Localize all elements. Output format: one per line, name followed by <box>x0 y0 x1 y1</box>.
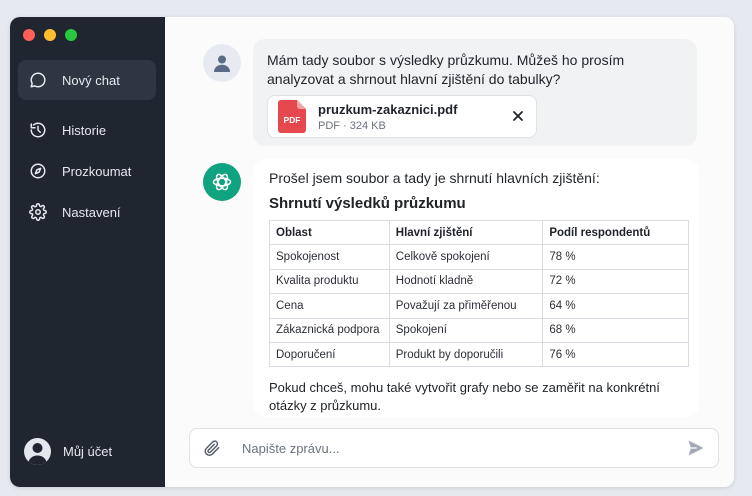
message-input[interactable] <box>242 440 674 456</box>
table-cell: Celkově spokojení <box>388 244 544 270</box>
table-cell: Kvalita produktu <box>269 268 390 295</box>
table-cell: 64 % <box>542 293 689 319</box>
user-avatar <box>203 44 241 82</box>
table-cell: 72 % <box>542 268 689 295</box>
assistant-outro: Pokud chceš, mohu také vytvořit grafy ne… <box>269 380 660 414</box>
table-cell: Produkt by doporučili <box>388 341 544 368</box>
maximize-window-button[interactable] <box>65 29 77 41</box>
table-header: Oblast <box>269 219 390 246</box>
table-cell: 76 % <box>542 341 689 368</box>
sidebar-item-label: Historie <box>62 122 107 138</box>
send-button[interactable] <box>674 438 718 458</box>
table-header: Podíl respondentů <box>542 219 689 246</box>
sidebar-item-explore[interactable]: Prozkoumat <box>18 151 156 191</box>
gear-icon <box>18 203 58 221</box>
table-header: Hlavní zjištění <box>388 219 544 246</box>
sidebar-item-new-chat[interactable]: Nový chat <box>18 60 156 100</box>
sidebar-item-history[interactable]: Historie <box>18 110 156 150</box>
file-attachment[interactable]: PDF pruzkum-zakaznici.pdf PDF · 324 KB <box>267 95 537 138</box>
compass-icon <box>18 162 58 180</box>
history-icon <box>18 121 58 139</box>
table-row: Zákaznická podpora Spokojení 68 % <box>269 317 689 343</box>
assistant-logo-icon <box>212 173 232 191</box>
assistant-avatar <box>203 163 241 201</box>
table-row: Doporučení Produkt by doporučili 76 % <box>269 341 689 368</box>
assistant-intro: Prošel jsem soubor a tady je shrnutí hla… <box>269 170 600 186</box>
table-cell: 78 % <box>542 244 689 270</box>
table-row: Spokojenost Celkově spokojení 78 % <box>269 244 689 270</box>
table-row: Cena Považují za přiměřenou 64 % <box>269 293 689 319</box>
message-composer <box>189 428 719 468</box>
file-meta: PDF · 324 KB <box>318 119 386 132</box>
pdf-file-icon: PDF <box>278 100 306 133</box>
user-icon <box>214 55 230 72</box>
user-message: Mám tady soubor s výsledky průzkumu. Můž… <box>253 39 697 146</box>
paperclip-icon <box>204 440 220 457</box>
close-window-button[interactable] <box>23 29 35 41</box>
sidebar-item-settings[interactable]: Nastavení <box>18 192 156 232</box>
attach-button[interactable] <box>190 439 234 457</box>
send-icon <box>688 440 704 456</box>
minimize-window-button[interactable] <box>44 29 56 41</box>
chat-bubble-icon <box>18 71 58 89</box>
account-button[interactable]: Můj účet <box>24 438 112 465</box>
table-cell: Spokojení <box>388 317 544 343</box>
table-cell: Považují za přiměřenou <box>388 293 544 319</box>
table-cell: Cena <box>269 293 390 319</box>
sidebar-item-label: Nastavení <box>62 204 121 220</box>
table-cell: 68 % <box>542 317 689 343</box>
close-icon <box>513 111 523 121</box>
user-message-text: Mám tady soubor s výsledky průzkumu. Můž… <box>267 52 625 87</box>
account-label: Můj účet <box>63 444 113 459</box>
chat-area: Mám tady soubor s výsledky průzkumu. Můž… <box>165 17 734 487</box>
table-cell: Zákaznická podpora <box>269 317 390 343</box>
table-header-row: Oblast Hlavní zjištění Podíl respondentů <box>269 219 689 246</box>
summary-title: Shrnutí výsledků průzkumu <box>269 195 466 212</box>
remove-attachment-button[interactable] <box>510 108 526 129</box>
window-controls <box>23 29 77 41</box>
table-cell: Hodnotí kladně <box>388 268 544 295</box>
avatar <box>24 438 51 465</box>
sidebar: Nový chat Historie Prozkoumat Nastavení … <box>10 17 165 487</box>
pdf-badge: PDF <box>283 115 301 125</box>
results-table: Oblast Hlavní zjištění Podíl respondentů… <box>269 219 689 368</box>
assistant-message: Prošel jsem soubor a tady je shrnutí hla… <box>253 159 699 417</box>
file-name: pruzkum-zakaznici.pdf <box>318 101 458 117</box>
table-cell: Spokojenost <box>269 244 390 270</box>
table-cell: Doporučení <box>269 341 390 368</box>
sidebar-item-label: Nový chat <box>62 72 120 88</box>
sidebar-item-label: Prozkoumat <box>62 163 132 179</box>
table-row: Kvalita produktu Hodnotí kladně 72 % <box>269 268 689 295</box>
app-window: Nový chat Historie Prozkoumat Nastavení … <box>10 17 734 487</box>
